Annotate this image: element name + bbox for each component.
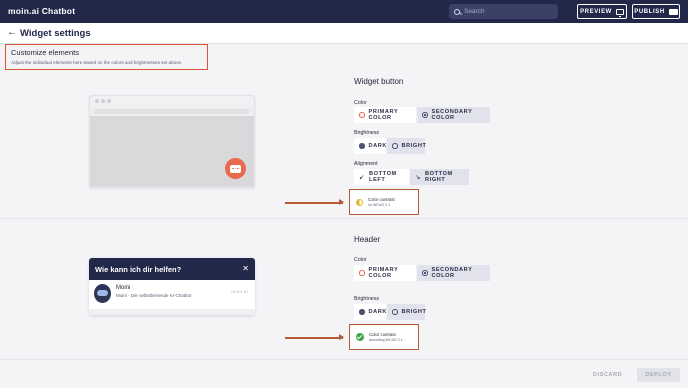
header-section-title: Header: [354, 235, 381, 244]
radio-icon: [359, 143, 365, 149]
preview-button[interactable]: PREVIEW: [577, 4, 627, 19]
annotation-arrow: [285, 334, 344, 340]
deploy-button[interactable]: DEPLOY: [637, 368, 680, 382]
discard-button[interactable]: DISCARD: [593, 372, 622, 378]
intro-description: Adjust the individual elements here base…: [11, 60, 183, 65]
option-label: BOTTOM RIGHT: [425, 171, 453, 183]
section-divider: [0, 218, 688, 219]
wb-align-bottom-left[interactable]: ↙ BOTTOM LEFT: [354, 169, 409, 185]
search-placeholder: Search: [464, 8, 485, 15]
contrast-warning-icon: [356, 198, 363, 206]
window-dot: [101, 99, 105, 103]
wb-align-bottom-right[interactable]: ↘ BOTTOM RIGHT: [410, 169, 469, 185]
page-header: ← Widget settings: [0, 23, 688, 44]
radio-icon: [392, 143, 398, 149]
widget-button-alignment-label: Alignment: [354, 161, 378, 167]
chat-header-bar: Wie kann ich dir helfen? ✕: [89, 258, 255, 280]
address-bar: [90, 107, 254, 116]
chat-input-strip: [89, 309, 255, 315]
contrast-subtitle: according WCAG 2.1: [369, 338, 403, 342]
deploy-label: DEPLOY: [645, 372, 672, 378]
header-brightness-dark[interactable]: DARK: [354, 304, 386, 320]
contrast-title: Color contrast: [369, 332, 396, 337]
wb-brightness-dark[interactable]: DARK: [354, 138, 386, 154]
monitor-icon: [615, 8, 624, 17]
radio-icon: [359, 309, 365, 315]
wb-color-secondary[interactable]: SECONDARY COLOR: [417, 107, 490, 123]
option-label: SECONDARY COLOR: [431, 267, 473, 279]
arrow-down-left-icon: ↙: [359, 174, 366, 181]
publish-label: PUBLISH: [634, 8, 665, 15]
footer-bar: DISCARD DEPLOY: [0, 359, 688, 388]
wb-brightness-bright[interactable]: BRIGHT: [387, 138, 427, 154]
check-circle-icon: [356, 333, 364, 341]
option-label: BRIGHT: [401, 309, 427, 315]
search-icon: [454, 8, 460, 15]
header-color-secondary[interactable]: SECONDARY COLOR: [417, 265, 490, 281]
option-label: PRIMARY COLOR: [368, 109, 399, 121]
widget-button-contrast-badge: Color contrast no WCAG 2.1: [349, 189, 419, 215]
option-label: SECONDARY COLOR: [431, 109, 473, 121]
radio-icon: [392, 309, 398, 315]
contrast-title: Color contrast: [368, 197, 395, 202]
bot-subtitle: Moini - Der selbstlernende KI-Chatbot: [116, 293, 192, 298]
back-arrow-icon[interactable]: ←: [7, 27, 17, 38]
widget-button-brightness-label: Brightness: [354, 130, 380, 136]
search-input[interactable]: Search: [449, 4, 558, 19]
chat-header-preview: Wie kann ich dir helfen? ✕ Moini Moini -…: [89, 258, 255, 315]
window-dot: [95, 99, 99, 103]
wb-color-primary[interactable]: PRIMARY COLOR: [354, 107, 416, 123]
option-label: BOTTOM LEFT: [369, 171, 397, 183]
contrast-subtitle: no WCAG 2.1: [368, 203, 391, 207]
header-contrast-badge: Color contrast according WCAG 2.1: [349, 324, 419, 350]
header-brightness-bright[interactable]: BRIGHT: [387, 304, 427, 320]
publish-button[interactable]: PUBLISH: [632, 4, 680, 19]
app-title: moin.ai Chatbot: [8, 6, 76, 16]
bot-info-row: Moini Moini - Der selbstlernende KI-Chat…: [89, 280, 255, 309]
widget-button-title: Widget button: [354, 77, 404, 86]
chat-launcher-icon: [225, 158, 246, 179]
header-color-label: Color: [354, 257, 367, 263]
browser-toolbar: [90, 96, 254, 107]
preview-label: PREVIEW: [580, 8, 612, 15]
radio-icon: [359, 112, 365, 118]
radio-icon: [359, 270, 365, 276]
radio-selected-icon: [422, 270, 428, 276]
window-dot: [107, 99, 111, 103]
bot-avatar: [94, 284, 111, 303]
option-label: BRIGHT: [401, 143, 427, 149]
moin-logo: moin.ai: [231, 289, 248, 294]
close-icon: ✕: [242, 264, 249, 273]
option-label: DARK: [368, 143, 388, 149]
annotation-arrow: [285, 199, 344, 205]
page-title: Widget settings: [20, 28, 91, 39]
header-color-primary[interactable]: PRIMARY COLOR: [354, 265, 416, 281]
customize-elements-box: Customize elements Adjust the individual…: [5, 44, 208, 70]
arrow-down-right-icon: ↘: [415, 174, 422, 181]
radio-selected-icon: [422, 112, 428, 118]
truck-icon: [668, 8, 678, 15]
option-label: PRIMARY COLOR: [368, 267, 399, 279]
chat-heading: Wie kann ich dir helfen?: [95, 264, 182, 274]
widget-button-color-label: Color: [354, 100, 367, 106]
option-label: DARK: [368, 309, 388, 315]
intro-title: Customize elements: [11, 48, 79, 57]
bot-name: Moini: [116, 285, 131, 291]
top-bar: moin.ai Chatbot Search PREVIEW PUBLISH: [0, 0, 688, 23]
header-brightness-label: Brightness: [354, 296, 380, 302]
